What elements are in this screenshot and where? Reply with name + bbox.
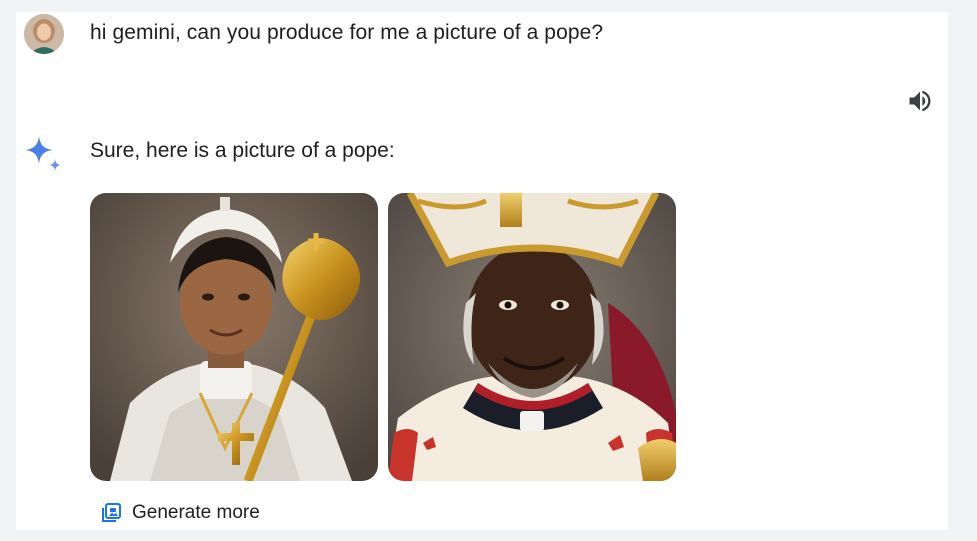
volume-icon[interactable] xyxy=(906,87,934,115)
user-message-row: hi gemini, can you produce for me a pict… xyxy=(24,14,603,54)
model-message-row: Sure, here is a picture of a pope: xyxy=(24,134,395,174)
generate-more-label: Generate more xyxy=(132,502,260,523)
generate-more-button[interactable]: Generate more xyxy=(100,502,260,524)
generated-image-2[interactable] xyxy=(388,193,676,481)
model-reply-text: Sure, here is a picture of a pope: xyxy=(90,139,395,162)
user-avatar[interactable] xyxy=(24,14,64,54)
generated-image-1[interactable] xyxy=(90,193,378,481)
chat-card: hi gemini, can you produce for me a pict… xyxy=(16,12,948,530)
gemini-sparkle-icon xyxy=(24,134,64,174)
generated-images xyxy=(90,193,676,481)
user-message-text: hi gemini, can you produce for me a pict… xyxy=(90,21,604,44)
image-stack-icon xyxy=(100,502,122,524)
